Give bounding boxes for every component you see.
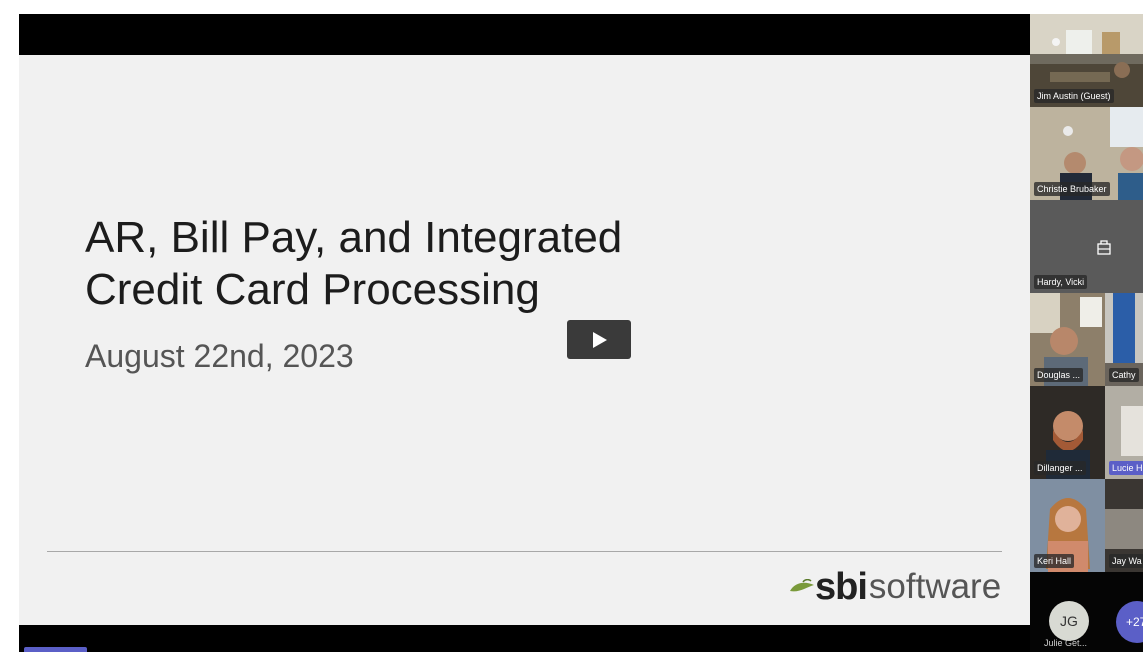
- participant-tile[interactable]: Cathy: [1105, 293, 1143, 386]
- leaf-icon: [790, 579, 814, 592]
- participant-tile[interactable]: Jay Wa: [1105, 479, 1143, 572]
- window-top-strip: [0, 0, 1143, 14]
- more-participants-button[interactable]: +27: [1116, 601, 1143, 643]
- participant-name: Lucie H: [1109, 461, 1143, 475]
- participant-tile[interactable]: Hardy, Vicki: [1030, 200, 1143, 293]
- play-icon: [593, 332, 607, 348]
- bottom-toolbar-tab[interactable]: [24, 647, 87, 652]
- participant-tile[interactable]: Lucie H: [1105, 386, 1143, 479]
- participant-avatar[interactable]: JG: [1049, 601, 1089, 641]
- play-button[interactable]: [567, 320, 631, 359]
- participant-tile[interactable]: Dillanger ...: [1030, 386, 1105, 479]
- participant-name: Keri Hall: [1034, 554, 1075, 568]
- participant-name: Jim Austin (Guest): [1034, 89, 1114, 103]
- participant-name: Cathy: [1109, 368, 1139, 382]
- slide-date: August 22nd, 2023: [85, 338, 354, 374]
- participant-name: Jay Wa: [1109, 554, 1143, 568]
- participant-tile[interactable]: Jim Austin (Guest): [1030, 14, 1143, 107]
- sbi-software-logo: sbi software: [789, 565, 1001, 609]
- participant-name: Hardy, Vicki: [1034, 275, 1088, 289]
- slide-divider: [47, 551, 1002, 552]
- slide-title: AR, Bill Pay, and Integrated Credit Card…: [85, 213, 623, 314]
- participant-name: Christie Brubaker: [1034, 182, 1110, 196]
- participant-name: Julie Get...: [1044, 638, 1088, 648]
- bag-icon: [1097, 240, 1111, 255]
- participant-name: Dillanger ...: [1034, 461, 1086, 475]
- presentation-slide: AR, Bill Pay, and Integrated Credit Card…: [19, 55, 1030, 625]
- participant-name: Douglas ...: [1034, 368, 1084, 382]
- participant-tile[interactable]: Christie Brubaker: [1030, 107, 1143, 200]
- logo-software-text: software: [868, 567, 1002, 606]
- participant-tile[interactable]: Keri Hall: [1030, 479, 1105, 572]
- participants-panel: Jim Austin (Guest) Christie Brubaker Har…: [1030, 14, 1143, 652]
- logo-sbi-text: sbi: [815, 565, 868, 608]
- participant-tile[interactable]: Douglas ...: [1030, 293, 1105, 386]
